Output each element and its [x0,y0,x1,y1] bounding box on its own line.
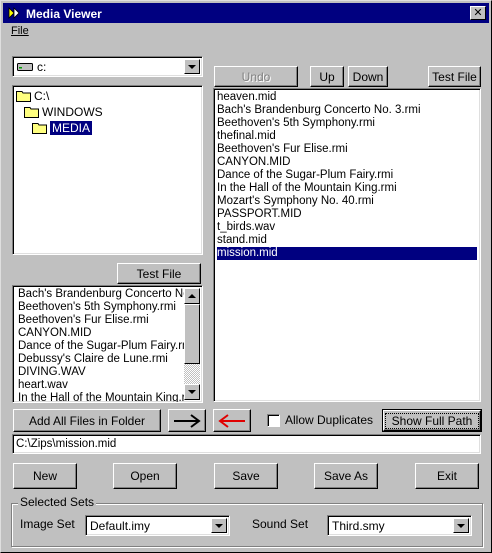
folder-files-list[interactable]: Bach's Brandenburg Concerto No. 3.rmiBee… [12,285,203,403]
selected-sets-title: Selected Sets [18,495,97,509]
full-path-value: C:\Zips\mission.mid [16,438,117,450]
list-item[interactable]: Mozart's Symphony No. 40.rmi [217,195,477,208]
selected-files-list[interactable]: heaven.mid Bach's Brandenburg Concerto No… [213,88,481,402]
list-item[interactable]: stand.mid [217,234,477,247]
media-viewer-window: Media Viewer ✕ File c: C:\ WINDOWS MEDIA… [0,0,492,553]
arrow-left-icon [218,413,245,428]
scroll-down-icon [188,390,196,394]
list-item[interactable]: Debussy's Claire de Lune.rmi [18,353,181,366]
image-set-select[interactable]: Default.imy [85,515,230,536]
sound-set-value: Third.smy [332,518,385,533]
save-button[interactable]: Save [214,463,278,489]
close-button[interactable]: ✕ [470,6,486,20]
media-viewer-app-icon[interactable] [6,5,22,21]
list-item[interactable]: thefinal.mid [217,130,477,143]
show-full-path-button[interactable]: Show Full Path [382,409,482,432]
add-all-files-button[interactable]: Add All Files in Folder [13,409,161,432]
open-folder-icon [16,91,31,102]
scroll-up-icon [188,294,196,298]
add-file-arrow-button[interactable] [168,409,206,432]
folder-files-rows: Bach's Brandenburg Concerto No. 3.rmiBee… [15,286,184,402]
test-file-button-right[interactable]: Test File [428,66,481,87]
chevron-down-icon[interactable] [211,518,227,533]
list-item[interactable]: heart.wav [18,379,181,392]
scroll-down-button[interactable] [184,384,200,400]
open-folder-icon [24,107,39,118]
list-item[interactable]: Beethoven's 5th Symphony.rmi [217,117,477,130]
allow-duplicates-checkbox[interactable]: Allow Duplicates [267,413,373,427]
list-item[interactable]: Bach's Brandenburg Concerto No. 3.rmi [18,288,184,301]
open-folder-icon [32,123,47,134]
list-item[interactable]: DIVING.WAV [18,366,181,379]
title-bar[interactable]: Media Viewer ✕ [3,3,489,23]
sound-set-label: Sound Set [252,517,309,531]
chevron-down-icon[interactable] [453,518,469,533]
new-button[interactable]: New [13,463,77,489]
list-item[interactable]: Beethoven's 5th Symphony.rmi [18,301,181,314]
list-item[interactable]: CANYON.MID [217,156,477,169]
tree-item-root[interactable]: C:\ [16,88,199,104]
list-item[interactable]: In the Hall of the Mountain King.rmi [18,392,184,402]
chevron-down-icon[interactable] [184,59,200,74]
tree-item-media[interactable]: MEDIA [16,120,199,136]
open-button[interactable]: Open [113,463,177,489]
list-item[interactable]: CANYON.MID [18,327,181,340]
list-item[interactable]: Beethoven's Fur Elise.rmi [18,314,181,327]
drive-select[interactable]: c: [12,56,203,77]
list-item[interactable]: Dance of the Sugar-Plum Fairy.rmi [217,169,477,182]
undo-button[interactable]: Undo [214,66,298,87]
sound-set-select[interactable]: Third.smy [327,515,472,536]
close-icon: ✕ [473,6,483,19]
list-item[interactable]: Dance of the Sugar-Plum Fairy.rmi [18,340,184,353]
list-item[interactable]: Beethoven's Fur Elise.rmi [217,143,477,156]
list-item[interactable]: heaven.mid [217,91,477,104]
scroll-thumb[interactable] [184,304,200,364]
tree-item-windows[interactable]: WINDOWS [16,104,199,120]
menu-bar: File [7,25,33,41]
save-as-button[interactable]: Save As [314,463,378,489]
list-item[interactable]: In the Hall of the Mountain King.rmi [217,182,477,195]
arrow-right-icon [174,413,201,428]
scroll-up-button[interactable] [184,288,200,304]
window-title: Media Viewer [26,6,102,21]
folder-files-scrollbar[interactable] [184,288,200,400]
list-item[interactable]: mission.mid [217,247,477,260]
checkbox-box[interactable] [267,413,280,427]
up-button[interactable]: Up [310,66,344,87]
remove-file-arrow-button[interactable] [213,409,251,432]
allow-duplicates-label: Allow Duplicates [285,413,374,427]
down-button[interactable]: Down [348,66,388,87]
list-item[interactable]: PASSPORT.MID [217,208,477,221]
image-set-value: Default.imy [90,518,151,533]
list-item[interactable]: t_birds.wav [217,221,477,234]
test-file-button-left[interactable]: Test File [117,263,201,284]
menu-file[interactable]: File [7,25,33,37]
hard-drive-icon [17,62,33,71]
image-set-label: Image Set [20,517,75,531]
drive-select-value: c: [37,59,47,74]
full-path-field[interactable]: C:\Zips\mission.mid [12,434,481,454]
folder-tree[interactable]: C:\ WINDOWS MEDIA [12,85,203,255]
exit-button[interactable]: Exit [415,463,479,489]
list-item[interactable]: Bach's Brandenburg Concerto No. 3.rmi [217,104,477,117]
